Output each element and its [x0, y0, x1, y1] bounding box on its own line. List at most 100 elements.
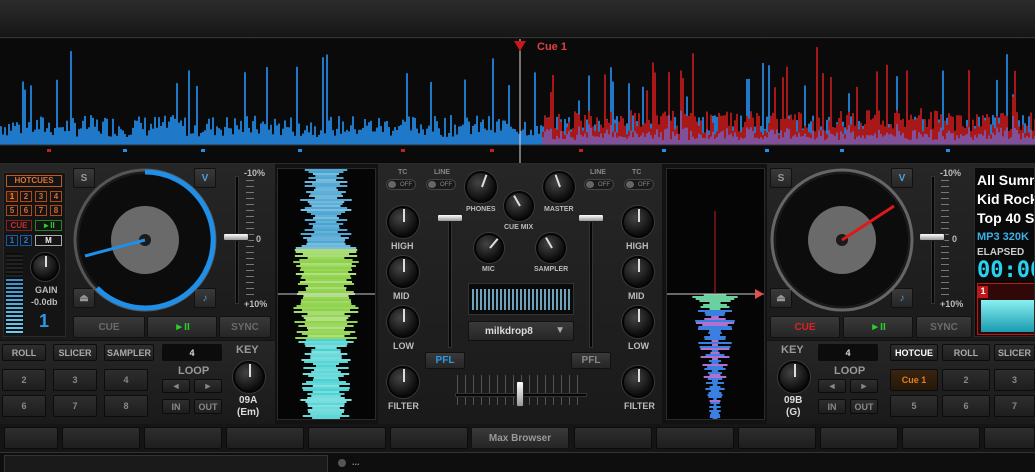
browser-area: ...: [0, 452, 1035, 472]
waveform-bar: [390, 135, 392, 145]
left-pad-tab-roll[interactable]: ROLL: [2, 344, 46, 361]
right-pad-tab-roll[interactable]: ROLL: [942, 344, 990, 361]
right-high-knob[interactable]: [622, 206, 654, 238]
left-sync-button[interactable]: SYNC: [219, 316, 271, 338]
left-cue-button[interactable]: CUE: [73, 316, 145, 338]
toolbar-slot-3[interactable]: [226, 427, 304, 449]
toolbar-slot-11[interactable]: [984, 427, 1035, 449]
right-pad-6[interactable]: 6: [942, 395, 990, 417]
hotcue-1[interactable]: 1: [6, 191, 18, 202]
left-pad-3[interactable]: 3: [53, 369, 97, 391]
left-high-knob[interactable]: [387, 206, 419, 238]
right-pad-tab-slicer[interactable]: SLICER: [994, 344, 1035, 361]
left-loop-in[interactable]: IN: [162, 399, 190, 414]
left-pad-6[interactable]: 6: [2, 395, 46, 417]
browser-search-box[interactable]: [4, 455, 328, 472]
toolbar-slot-6[interactable]: [574, 427, 652, 449]
right-cue-button[interactable]: CUE: [770, 316, 840, 338]
small-play-button[interactable]: ►II: [35, 220, 62, 231]
right-loop-out[interactable]: OUT: [850, 399, 878, 414]
left-pad-2[interactable]: 2: [2, 369, 46, 391]
right-pad-7[interactable]: 7: [994, 395, 1035, 417]
bank-button-2[interactable]: 2: [20, 235, 32, 246]
right-pad-2[interactable]: 2: [942, 369, 990, 391]
hotcue-5[interactable]: 5: [6, 205, 18, 216]
right-filter-knob[interactable]: [622, 366, 654, 398]
left-loop-prev[interactable]: ◄: [162, 379, 190, 393]
right-channel-fader[interactable]: [578, 214, 604, 222]
right-loop-prev[interactable]: ◄: [818, 379, 846, 393]
right-pad-tab-hotcue[interactable]: HOTCUE: [890, 344, 938, 361]
toolbar-slot-5[interactable]: [390, 427, 468, 449]
right-pad-5[interactable]: 5: [890, 395, 938, 417]
left-gain-knob[interactable]: [31, 253, 59, 281]
right-loop-in[interactable]: IN: [818, 399, 846, 414]
cue-mix-knob[interactable]: [504, 191, 534, 221]
left-loop-next[interactable]: ►: [194, 379, 222, 393]
right-jog-wheel[interactable]: [770, 168, 914, 312]
small-cue-button[interactable]: CUE: [6, 220, 32, 231]
left-pad-tab-sampler[interactable]: SAMPLER: [104, 344, 154, 361]
left-jog-wheel[interactable]: [73, 168, 217, 312]
left-key-knob[interactable]: [233, 361, 265, 393]
right-pfl-button[interactable]: PFL: [571, 352, 611, 369]
right-low-knob[interactable]: [622, 306, 654, 338]
right-loop-next[interactable]: ►: [850, 379, 878, 393]
toolbar-slot-2[interactable]: [144, 427, 222, 449]
left-loop-out[interactable]: OUT: [194, 399, 222, 414]
left-play-button[interactable]: ►II: [147, 316, 217, 338]
left-pitch-fader[interactable]: [223, 233, 249, 241]
hotcue-3[interactable]: 3: [35, 191, 47, 202]
toolbar-slot-4[interactable]: [308, 427, 386, 449]
vertical-waveform-bar: [313, 377, 339, 379]
waveform-bar: [300, 135, 302, 145]
left-tc-toggle[interactable]: OFF: [386, 179, 416, 190]
bank-button-1[interactable]: 1: [6, 235, 18, 246]
right-pad-cue1[interactable]: Cue 1: [890, 369, 938, 391]
hotcue-2[interactable]: 2: [20, 191, 32, 202]
waveform-bar: [418, 133, 420, 145]
left-pad-7[interactable]: 7: [53, 395, 97, 417]
left-channel-fader[interactable]: [437, 214, 463, 222]
hotcue-8[interactable]: 8: [50, 205, 62, 216]
toolbar-slot-10[interactable]: [902, 427, 980, 449]
right-mid-knob[interactable]: [622, 256, 654, 288]
waveform-overview[interactable]: Cue 1: [0, 39, 1035, 164]
right-tc-toggle[interactable]: OFF: [624, 179, 654, 190]
toolbar-slot-7[interactable]: [656, 427, 734, 449]
right-sync-button[interactable]: SYNC: [916, 316, 972, 338]
toolbar-slot-1[interactable]: [62, 427, 140, 449]
right-key-knob[interactable]: [778, 361, 810, 393]
left-pad-tab-slicer[interactable]: SLICER: [53, 344, 97, 361]
right-pad-3[interactable]: 3: [994, 369, 1035, 391]
waveform-bar: [296, 66, 298, 145]
right-pitch-fader[interactable]: [919, 233, 945, 241]
hotcue-4[interactable]: 4: [50, 191, 62, 202]
vertical-waveform-bar: [312, 385, 340, 387]
right-line-toggle[interactable]: OFF: [584, 179, 614, 190]
max-browser-button[interactable]: Max Browser: [471, 427, 569, 449]
toolbar-slot-0[interactable]: [4, 427, 58, 449]
visualizer-select[interactable]: milkdrop8 ▼: [468, 321, 574, 341]
left-line-toggle[interactable]: OFF: [426, 179, 456, 190]
crossfader-handle[interactable]: [516, 381, 524, 407]
hotcue-6[interactable]: 6: [20, 205, 32, 216]
hotcue-7[interactable]: 7: [35, 205, 47, 216]
waveform-bar: [362, 127, 364, 145]
left-mid-knob[interactable]: [387, 256, 419, 288]
right-play-button[interactable]: ►II: [843, 316, 913, 338]
left-low-knob[interactable]: [387, 306, 419, 338]
bank-button-m[interactable]: M: [35, 235, 62, 246]
toolbar-slot-9[interactable]: [820, 427, 898, 449]
mic-knob[interactable]: [474, 233, 504, 263]
left-pfl-button[interactable]: PFL: [425, 352, 465, 369]
master-knob[interactable]: [543, 171, 575, 203]
phones-knob[interactable]: [465, 171, 497, 203]
waveform-bar-overlap: [890, 133, 892, 145]
left-pad-4[interactable]: 4: [104, 369, 148, 391]
toolbar-slot-8[interactable]: [738, 427, 816, 449]
left-pad-8[interactable]: 8: [104, 395, 148, 417]
left-filter-knob[interactable]: [387, 366, 419, 398]
right-key-name: (G): [786, 407, 801, 418]
sampler-knob[interactable]: [536, 233, 566, 263]
